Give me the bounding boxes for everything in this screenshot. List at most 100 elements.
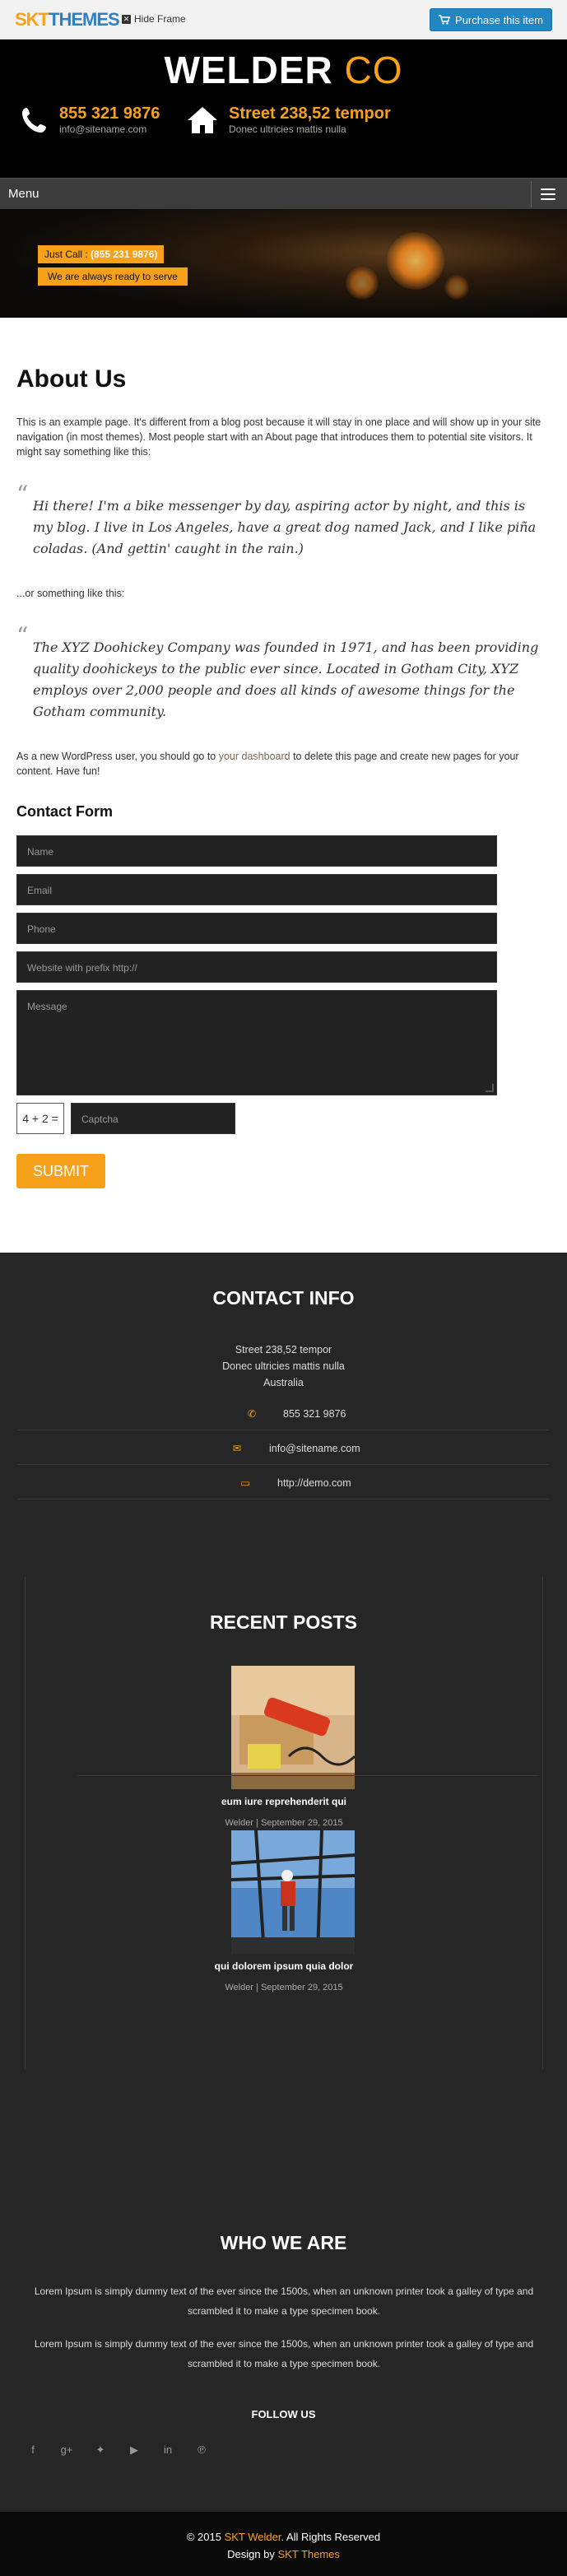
captcha-row: 4 + 2 = Captcha [16, 1103, 497, 1134]
ready-tag: We are always ready to serve [38, 267, 188, 286]
google-plus-icon[interactable]: g+ [58, 2442, 75, 2458]
dashboard-link[interactable]: your dashboard [219, 751, 290, 762]
design-by-line: Design by SKT Themes [0, 2548, 567, 2560]
captcha-input[interactable]: Captcha [71, 1103, 235, 1134]
contact-website[interactable]: http://demo.com [277, 1477, 351, 1489]
hamburger-menu-icon[interactable] [531, 181, 564, 207]
name-input[interactable]: Name [16, 835, 497, 867]
quote-mark-icon: “ [16, 622, 29, 649]
message-textarea[interactable]: Message [16, 990, 497, 1095]
contact-phone: 855 321 9876 [283, 1407, 346, 1420]
contact-email[interactable]: info@sitename.com [269, 1443, 360, 1454]
header-phone-block: 855 321 9876 info@sitename.com [20, 104, 160, 136]
home-icon [188, 106, 217, 133]
design-by-pre: Design by [227, 2548, 278, 2560]
post-2-meta: Welder | September 29, 2015 [26, 1983, 542, 1992]
email-input[interactable]: Email [16, 874, 497, 905]
copyright-line: © 2015 SKT Welder. All Rights Reserved [0, 2531, 567, 2543]
post-1-thumbnail[interactable] [231, 1666, 355, 1789]
youtube-icon[interactable]: ▶ [126, 2442, 142, 2458]
follow-us-label: FOLLOW US [251, 2408, 316, 2420]
recent-posts-box: eum iure reprehenderit qui Welder | Sept… [25, 1577, 543, 2069]
quote-mark-icon: “ [16, 481, 29, 508]
footer-widgets: CONTACT INFO Street 238,52 tempor Donec … [0, 1253, 567, 2512]
call-number: (855 231 9876) [91, 249, 158, 260]
website-input[interactable]: Website with prefix http:// [16, 951, 497, 983]
phone-icon [22, 107, 46, 133]
site-title-main: WELDER [164, 49, 333, 91]
cart-icon [439, 15, 451, 25]
social-icons: f g+ ✦ ▶ in ℗ [25, 2442, 210, 2458]
twitter-icon[interactable]: ✦ [92, 2442, 109, 2458]
header-street-sub: Donec ultricies mattis nulla [229, 123, 346, 135]
envelope-icon: ✉ [232, 1443, 242, 1454]
header-email: info@sitename.com [59, 123, 147, 135]
contact-form-title: Contact Form [16, 803, 113, 820]
main-content: About Us This is an example page. It's d… [0, 365, 567, 1188]
contact-form: Name Email Phone Website with prefix htt… [16, 835, 497, 1188]
blockquote-2: “ The XYZ Doohickey Company was founded … [16, 625, 543, 723]
welder-banner: Just Call : (855 231 9876) We are always… [0, 209, 567, 318]
copyright-pre: © 2015 [186, 2531, 225, 2543]
post-1-author: Welder [225, 1818, 253, 1828]
contact-info-title: CONTACT INFO [212, 1287, 355, 1309]
facebook-icon[interactable]: f [25, 2442, 41, 2458]
who-we-are-text-1: Lorem Ipsum is simply dummy text of the … [34, 2285, 534, 2317]
after-text-pre: As a new WordPress user, you should go t… [16, 751, 219, 762]
purchase-label: Purchase this item [455, 13, 543, 26]
logo-themes-text: THEMES [49, 9, 120, 30]
copyright-post: . All Rights Reserved [281, 2531, 381, 2543]
quote-2-text: The XYZ Doohickey Company was founded in… [33, 639, 539, 719]
address-line-3: Australia [263, 1377, 304, 1388]
phone-icon: ✆ [247, 1408, 257, 1420]
copyright-brand-link[interactable]: SKT Welder [225, 2531, 281, 2543]
post-separator [78, 1775, 539, 1776]
phone-input[interactable]: Phone [16, 913, 497, 944]
hide-frame-label: Hide Frame [134, 13, 186, 25]
post-2-author: Welder [225, 1983, 253, 1992]
contact-phone-row: ✆ 855 321 9876 [18, 1397, 549, 1430]
who-we-are-text-2: Lorem Ipsum is simply dummy text of the … [34, 2338, 534, 2369]
close-icon: ✕ [122, 14, 131, 24]
logo-skt-text: SKT [15, 9, 49, 30]
address-line-2: Donec ultricies mattis nulla [222, 1360, 345, 1372]
preview-frame-bar: SKTTHEMES ✕ Hide Frame Purchase this ite… [0, 0, 567, 40]
contact-website-row: ▭ http://demo.com [18, 1467, 549, 1500]
header-phone-number: 855 321 9876 [59, 105, 160, 123]
post-1-date: September 29, 2015 [260, 1818, 343, 1828]
post-2-thumbnail[interactable] [231, 1830, 355, 1954]
menu-bar: Menu [0, 178, 567, 209]
purchase-button[interactable]: Purchase this item [430, 8, 552, 31]
desktop-icon: ▭ [240, 1477, 250, 1489]
hide-frame-link[interactable]: ✕ Hide Frame [122, 13, 186, 25]
call-tag: Just Call : (855 231 9876) [38, 245, 165, 263]
address-line-1: Street 238,52 tempor [235, 1344, 332, 1355]
post-1-title[interactable]: eum iure reprehenderit qui [26, 1796, 542, 1807]
quote-1-text: Hi there! I'm a bike messenger by day, a… [33, 498, 537, 556]
post-2-date: September 29, 2015 [260, 1983, 343, 1992]
blockquote-1: “ Hi there! I'm a bike messenger by day,… [16, 483, 543, 560]
pinterest-icon[interactable]: ℗ [193, 2442, 210, 2458]
contact-email-row: ✉ info@sitename.com [18, 1432, 549, 1465]
intro-paragraph: This is an example page. It's different … [16, 416, 541, 458]
page-title: About Us [16, 365, 127, 393]
post-2-title[interactable]: qui dolorem ipsum quia dolor [26, 1960, 542, 1972]
site-header: WELDER CO 855 321 9876 info@sitename.com… [0, 40, 567, 178]
captcha-question: 4 + 2 = [16, 1103, 64, 1134]
who-we-are-title: WHO WE ARE [220, 2232, 347, 2253]
design-by-brand-link[interactable]: SKT Themes [278, 2548, 340, 2560]
linkedin-icon[interactable]: in [160, 2442, 176, 2458]
call-label: Just Call : [44, 249, 88, 260]
after-paragraph: As a new WordPress user, you should go t… [16, 749, 555, 779]
post-1-meta: Welder | September 29, 2015 [26, 1818, 542, 1828]
header-address-block: Street 238,52 tempor Donec ultricies mat… [186, 104, 391, 136]
skt-themes-logo[interactable]: SKTTHEMES [15, 9, 120, 30]
site-title[interactable]: WELDER CO [0, 48, 567, 92]
submit-button[interactable]: SUBMIT [16, 1154, 105, 1188]
or-line: ...or something like this: [16, 588, 125, 599]
menu-label[interactable]: Menu [8, 187, 40, 201]
header-street: Street 238,52 tempor [229, 105, 391, 123]
contact-info-address: Street 238,52 tempor Donec ultricies mat… [0, 1341, 567, 1391]
copyright-bar: © 2015 SKT Welder. All Rights Reserved D… [0, 2512, 567, 2576]
site-title-accent: CO [344, 49, 403, 91]
